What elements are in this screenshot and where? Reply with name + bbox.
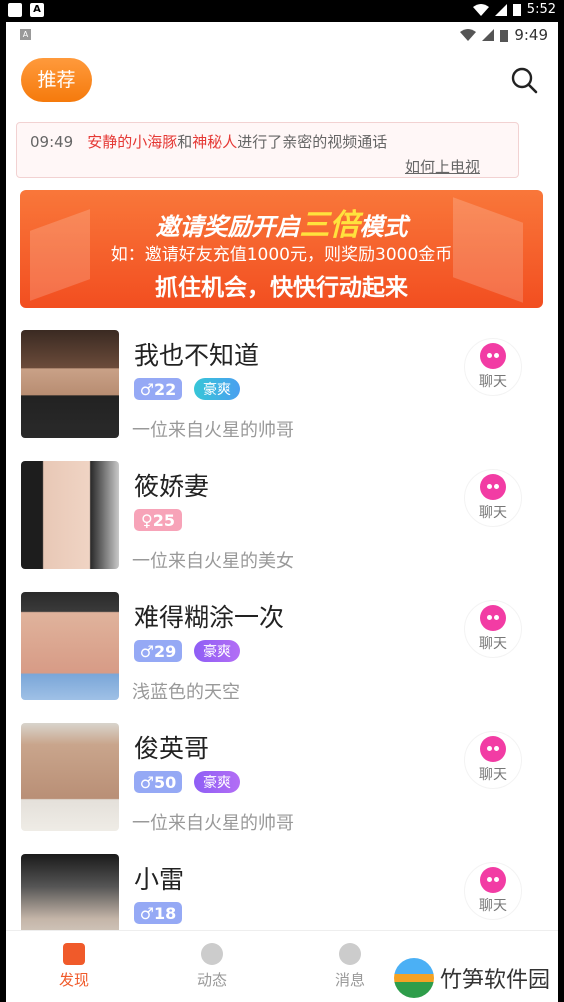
- vip-badge: 豪爽: [194, 640, 240, 662]
- wifi-icon: [460, 29, 477, 41]
- chat-icon: [480, 343, 506, 369]
- tab-recommend[interactable]: 推荐: [21, 58, 92, 102]
- chat-button[interactable]: 聊天: [464, 862, 522, 920]
- list-item[interactable]: 俊英哥 ♂ 50 豪爽 一位来自火星的帅哥 聊天: [6, 715, 558, 846]
- notification-icon: [8, 3, 22, 17]
- age-badge: ♂ 29: [134, 640, 182, 662]
- notice-text: 进行了亲密的视频通话: [237, 133, 388, 151]
- app-a-icon: A: [20, 29, 31, 40]
- banner-subtitle: 如：邀请好友充值1000元，则奖励3000金币: [110, 245, 453, 265]
- list-item[interactable]: 我也不知道 ♂ 22 豪爽 一位来自火星的帅哥 聊天: [6, 322, 558, 453]
- user-name: 难得糊涂一次: [134, 603, 285, 632]
- list-item[interactable]: 难得糊涂一次 ♂ 29 豪爽 浅蓝色的天空 聊天: [6, 584, 558, 715]
- tab-discover[interactable]: 发现: [34, 943, 114, 990]
- list-item[interactable]: 筱娇妻 ♀ 25 一位来自火星的美女 聊天: [6, 453, 558, 584]
- flame-icon: [201, 943, 223, 965]
- user-list: 我也不知道 ♂ 22 豪爽 一位来自火星的帅哥 聊天 筱娇妻 ♀ 25 一位来自火星…: [6, 322, 558, 977]
- notice-user1[interactable]: 安静的小海豚: [87, 133, 177, 151]
- age-badge: ♂ 50: [134, 771, 182, 793]
- how-to-tv-link[interactable]: 如何上电视: [405, 156, 480, 177]
- user-bio: 浅蓝色的天空: [132, 682, 240, 703]
- user-name: 筱娇妻: [134, 472, 210, 501]
- header: 推荐: [6, 48, 558, 112]
- vip-badge: 豪爽: [194, 771, 240, 793]
- battery-icon: [500, 29, 509, 42]
- vip-badge: 豪爽: [194, 378, 240, 400]
- app-a-icon: A: [30, 3, 44, 17]
- app-status-bar: A 9:49: [6, 22, 558, 48]
- banner-title: 邀请奖励开启三倍模式: [155, 208, 408, 243]
- app-time: 9:49: [514, 26, 548, 44]
- notice-conj: 和: [177, 133, 193, 151]
- watermark-logo-icon: [393, 958, 434, 998]
- tab-feed[interactable]: 动态: [172, 943, 252, 990]
- avatar[interactable]: [21, 723, 119, 831]
- battery-icon: [512, 4, 521, 16]
- wifi-icon: [472, 3, 489, 16]
- tab-messages[interactable]: 消息: [310, 943, 390, 990]
- chat-button[interactable]: 聊天: [464, 338, 522, 396]
- invite-banner[interactable]: 邀请奖励开启三倍模式 如：邀请好友充值1000元，则奖励3000金币 抓住机会，…: [20, 190, 543, 308]
- avatar[interactable]: [21, 592, 119, 700]
- avatar[interactable]: [21, 330, 119, 438]
- app-screen: A 9:49 推荐 09:49 安静的小海豚和神秘人进行了亲密的视频通话 如何上电…: [6, 22, 558, 1002]
- search-icon[interactable]: [510, 66, 538, 94]
- user-name: 我也不知道: [134, 341, 260, 370]
- signal-icon: [482, 29, 495, 41]
- avatar[interactable]: [21, 461, 119, 569]
- age-badge: ♂ 22: [134, 378, 182, 400]
- chat-icon: [480, 474, 506, 500]
- user-name: 俊英哥: [134, 734, 210, 763]
- signal-icon: [494, 3, 507, 16]
- system-time: 5:52: [526, 2, 556, 17]
- user-bio: 一位来自火星的帅哥: [132, 813, 294, 834]
- chat-button[interactable]: 聊天: [464, 731, 522, 789]
- system-status-bar: A 5:52: [0, 0, 564, 22]
- message-icon: [339, 943, 361, 965]
- chat-button[interactable]: 聊天: [464, 600, 522, 658]
- live-notice: 09:49 安静的小海豚和神秘人进行了亲密的视频通话 如何上电视: [16, 122, 519, 178]
- notice-time: 09:49: [30, 133, 74, 151]
- chat-icon: [480, 736, 506, 762]
- banner-cta: 抓住机会，快快行动起来: [155, 275, 408, 301]
- chat-button[interactable]: 聊天: [464, 469, 522, 527]
- user-bio: 一位来自火星的美女: [132, 551, 294, 572]
- age-badge: ♀ 25: [134, 509, 182, 531]
- chat-icon: [480, 605, 506, 631]
- user-bio: 一位来自火星的帅哥: [132, 420, 294, 441]
- home-icon: [63, 943, 85, 965]
- watermark: 竹笋软件园: [389, 956, 554, 1000]
- user-name: 小雷: [134, 865, 185, 894]
- notice-user2[interactable]: 神秘人: [192, 133, 237, 151]
- notice-line: 09:49 安静的小海豚和神秘人进行了亲密的视频通话: [30, 131, 387, 152]
- age-badge: ♂ 18: [134, 902, 182, 924]
- chat-icon: [480, 867, 506, 893]
